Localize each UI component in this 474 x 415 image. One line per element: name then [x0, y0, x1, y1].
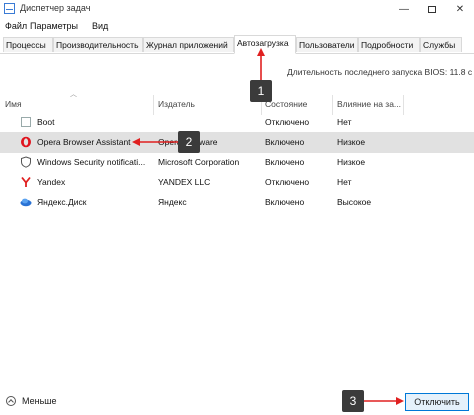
footer-bar: Меньше Отключить — [0, 388, 474, 415]
fewer-details-link[interactable]: Меньше — [22, 396, 57, 406]
arrow-2 — [132, 138, 178, 146]
callout-1: 1 — [250, 80, 272, 102]
chevron-up-circle-icon[interactable] — [6, 396, 16, 406]
arrow-1 — [257, 48, 265, 82]
disable-button[interactable]: Отключить — [405, 393, 469, 411]
annotation-arrows — [132, 48, 404, 405]
callout-2: 2 — [178, 131, 200, 153]
